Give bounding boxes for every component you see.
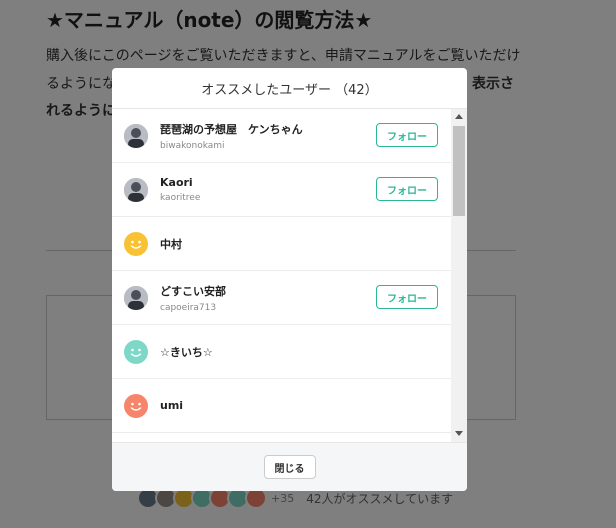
avatar[interactable]: [124, 393, 148, 418]
list-item[interactable]: 中村: [112, 217, 451, 271]
user-name[interactable]: 琵琶湖の予想屋 ケンちゃん: [160, 121, 303, 137]
user-name[interactable]: 中村: [160, 236, 182, 252]
scroll-down-icon[interactable]: [455, 431, 463, 436]
user-names: ☆きいち☆: [160, 344, 213, 360]
user-names: 琵琶湖の予想屋 ケンちゃん biwakonokami: [160, 121, 303, 151]
list-item[interactable]: [112, 433, 451, 442]
list-item[interactable]: どすこい安部 capoeira713 フォロー: [112, 271, 451, 325]
user-names: どすこい安部 capoeira713: [160, 283, 226, 313]
list-item[interactable]: umi: [112, 379, 451, 433]
follow-button[interactable]: フォロー: [376, 177, 438, 201]
user-name[interactable]: ☆きいち☆: [160, 344, 213, 360]
modal-title: オススメしたユーザー （42）: [112, 68, 467, 109]
user-name[interactable]: どすこい安部: [160, 283, 226, 299]
list-item[interactable]: ☆きいち☆: [112, 325, 451, 379]
scroll-up-icon[interactable]: [455, 114, 463, 119]
scrollbar-thumb[interactable]: [453, 126, 465, 216]
avatar[interactable]: [124, 285, 148, 310]
follow-button[interactable]: フォロー: [376, 285, 438, 309]
avatar[interactable]: [124, 339, 148, 364]
user-list: 琵琶湖の予想屋 ケンちゃん biwakonokami フォロー Kaori kaorit…: [112, 109, 451, 442]
recommended-users-modal: オススメしたユーザー （42） 琵琶湖の予想屋 ケンちゃん biwakonokam…: [112, 68, 467, 491]
user-names: Kaori kaoritree: [160, 176, 200, 203]
close-button[interactable]: 閉じる: [263, 455, 316, 479]
list-item[interactable]: 琵琶湖の予想屋 ケンちゃん biwakonokami フォロー: [112, 109, 451, 163]
follow-button[interactable]: フォロー: [376, 123, 438, 147]
user-list-container: 琵琶湖の予想屋 ケンちゃん biwakonokami フォロー Kaori kaorit…: [112, 109, 467, 442]
user-id: kaoritree: [160, 193, 201, 203]
user-names: 中村: [160, 236, 182, 252]
user-name[interactable]: Kaori: [160, 176, 200, 189]
scrollbar[interactable]: [451, 109, 467, 442]
avatar[interactable]: [124, 123, 148, 148]
avatar[interactable]: [124, 231, 148, 256]
user-id: capoeira713: [160, 302, 217, 313]
user-names: umi: [160, 399, 183, 412]
user-id: biwakonokami: [160, 140, 225, 151]
modal-footer: 閉じる: [112, 442, 467, 491]
avatar[interactable]: [124, 177, 148, 202]
list-item[interactable]: Kaori kaoritree フォロー: [112, 163, 451, 217]
user-name[interactable]: umi: [160, 399, 183, 412]
